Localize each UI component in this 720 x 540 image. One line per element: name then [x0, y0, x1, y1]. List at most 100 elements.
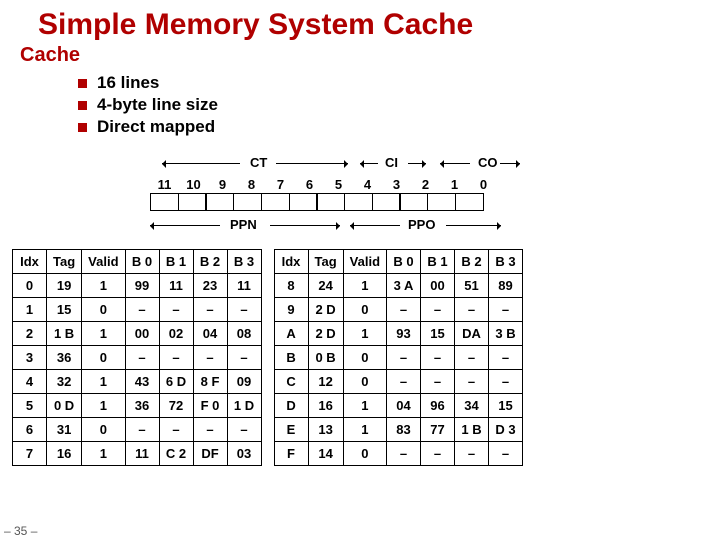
- table-cell: –: [159, 298, 193, 322]
- table-cell: 0: [82, 346, 125, 370]
- table-cell: 3 A: [387, 274, 421, 298]
- arrow-icon: [350, 225, 400, 226]
- bullet-text: 4-byte line size: [97, 95, 218, 115]
- table-cell: 1: [13, 298, 47, 322]
- table-cell: D: [274, 394, 308, 418]
- table-cell: –: [387, 346, 421, 370]
- table-cell: D 3: [489, 418, 523, 442]
- table-cell: 04: [387, 394, 421, 418]
- table-cell: 36: [125, 394, 159, 418]
- bit-num: 1: [440, 177, 469, 192]
- col-header: B 3: [489, 250, 523, 274]
- page-title: Simple Memory System Cache: [0, 0, 720, 44]
- table-cell: 3 B: [489, 322, 523, 346]
- bit-num: 7: [266, 177, 295, 192]
- table-row: D16104963415: [274, 394, 523, 418]
- table-cell: 1 B: [455, 418, 489, 442]
- arrow-icon: [440, 163, 470, 164]
- table-cell: B: [274, 346, 308, 370]
- table-cell: 1: [82, 442, 125, 466]
- col-header: Idx: [13, 250, 47, 274]
- table-cell: 34: [455, 394, 489, 418]
- bit-num: 2: [411, 177, 440, 192]
- ppn-label: PPN: [230, 217, 257, 232]
- table-cell: –: [227, 418, 261, 442]
- table-cell: 1: [82, 274, 125, 298]
- col-header: Valid: [343, 250, 386, 274]
- table-cell: 51: [455, 274, 489, 298]
- table-cell: F: [274, 442, 308, 466]
- table-cell: 04: [193, 322, 227, 346]
- table-cell: 11: [125, 442, 159, 466]
- table-cell: 12: [308, 370, 343, 394]
- bit-num: 10: [179, 177, 208, 192]
- table-cell: 4: [13, 370, 47, 394]
- table-cell: DF: [193, 442, 227, 466]
- bit-num: 11: [150, 177, 179, 192]
- table-cell: –: [193, 298, 227, 322]
- table-cell: 1: [343, 418, 386, 442]
- table-row: 82413 A005189: [274, 274, 523, 298]
- table-cell: 19: [47, 274, 82, 298]
- table-cell: 83: [387, 418, 421, 442]
- table-cell: 1: [343, 322, 386, 346]
- col-header: B 3: [227, 250, 261, 274]
- table-cell: 36: [47, 346, 82, 370]
- arrow-icon: [162, 163, 240, 164]
- bit-num: 5: [324, 177, 353, 192]
- bullet-text: Direct mapped: [97, 117, 215, 137]
- table-cell: C 2: [159, 442, 193, 466]
- arrow-icon: [276, 163, 348, 164]
- arrow-icon: [150, 225, 220, 226]
- table-cell: 11: [159, 274, 193, 298]
- col-header: B 1: [159, 250, 193, 274]
- table-cell: –: [421, 442, 455, 466]
- table-cell: 0: [82, 418, 125, 442]
- table-cell: 1: [82, 394, 125, 418]
- page-footer: – 35 –: [4, 524, 37, 538]
- table-cell: 1: [343, 274, 386, 298]
- table-row: 3360––––: [13, 346, 262, 370]
- table-cell: –: [421, 346, 455, 370]
- table-cell: 43: [125, 370, 159, 394]
- table-cell: 24: [308, 274, 343, 298]
- table-cell: 14: [308, 442, 343, 466]
- table-cell: 32: [47, 370, 82, 394]
- table-cell: 3: [13, 346, 47, 370]
- table-cell: –: [125, 418, 159, 442]
- bit-num: 9: [208, 177, 237, 192]
- table-cell: 00: [125, 322, 159, 346]
- table-cell: 15: [421, 322, 455, 346]
- table-row: 1150––––: [13, 298, 262, 322]
- table-cell: A: [274, 322, 308, 346]
- cache-table-right: IdxTagValidB 0B 1B 2B 3 82413 A00518992 …: [274, 249, 524, 466]
- table-cell: –: [193, 418, 227, 442]
- table-cell: 13: [308, 418, 343, 442]
- table-cell: 31: [47, 418, 82, 442]
- table-row: B0 B0––––: [274, 346, 523, 370]
- col-header: Tag: [308, 250, 343, 274]
- ct-label: CT: [250, 155, 267, 170]
- co-label: CO: [478, 155, 498, 170]
- bit-cells: [150, 193, 530, 211]
- col-header: Valid: [82, 250, 125, 274]
- table-cell: 1: [343, 394, 386, 418]
- table-cell: 8 F: [193, 370, 227, 394]
- arrow-icon: [270, 225, 340, 226]
- table-cell: 96: [421, 394, 455, 418]
- table-row: F140––––: [274, 442, 523, 466]
- table-cell: 11: [227, 274, 261, 298]
- table-row: 716111C 2DF03: [13, 442, 262, 466]
- col-header: B 0: [125, 250, 159, 274]
- table-cell: –: [455, 370, 489, 394]
- table-cell: 5: [13, 394, 47, 418]
- table-row: 21 B100020408: [13, 322, 262, 346]
- bit-num: 8: [237, 177, 266, 192]
- col-header: Tag: [47, 250, 82, 274]
- table-cell: –: [125, 346, 159, 370]
- table-cell: E: [274, 418, 308, 442]
- col-header: B 2: [193, 250, 227, 274]
- table-cell: –: [489, 298, 523, 322]
- bit-diagram: CT CI CO 11 10 9 8 7 6 5 4 3 2 1 0 PPN P…: [150, 151, 530, 239]
- table-cell: –: [159, 418, 193, 442]
